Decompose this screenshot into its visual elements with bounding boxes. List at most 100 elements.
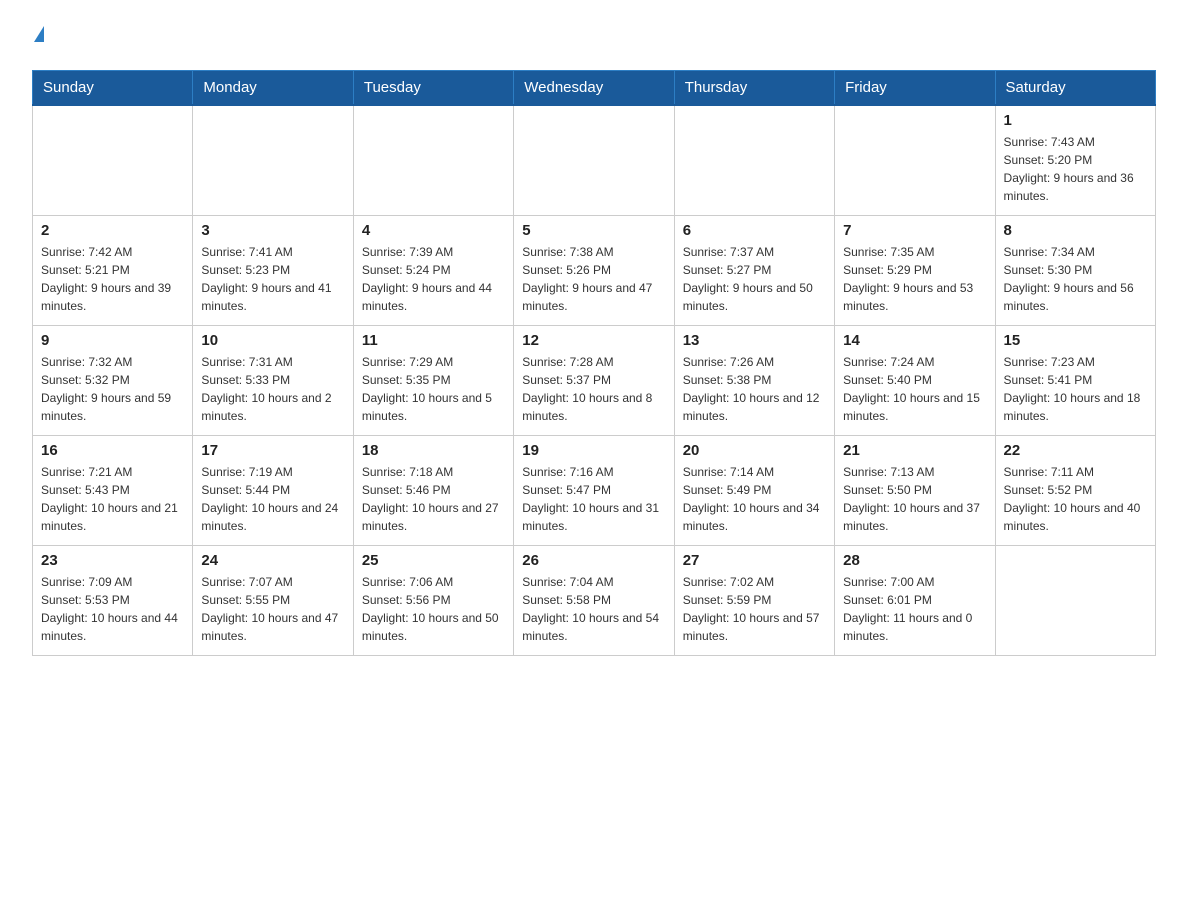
sunrise-text: Sunrise: 7:06 AM <box>362 573 505 591</box>
day-info: Sunrise: 7:34 AMSunset: 5:30 PMDaylight:… <box>1004 243 1147 315</box>
day-number: 4 <box>362 222 505 239</box>
day-info: Sunrise: 7:09 AMSunset: 5:53 PMDaylight:… <box>41 573 184 645</box>
day-info: Sunrise: 7:38 AMSunset: 5:26 PMDaylight:… <box>522 243 665 315</box>
calendar-cell: 25Sunrise: 7:06 AMSunset: 5:56 PMDayligh… <box>353 545 513 655</box>
calendar-cell: 16Sunrise: 7:21 AMSunset: 5:43 PMDayligh… <box>33 435 193 545</box>
calendar-cell: 2 Sunrise: 7:42 AMSunset: 5:21 PMDaylight… <box>33 215 193 325</box>
sunset-text: Sunset: 5:21 PM <box>41 261 184 279</box>
sunrise-text: Sunrise: 7:19 AM <box>201 463 344 481</box>
daylight-text: Daylight: 11 hours and 0 minutes. <box>843 609 986 645</box>
day-info: Sunrise: 7:18 AMSunset: 5:46 PMDaylight:… <box>362 463 505 535</box>
sunset-text: Sunset: 5:49 PM <box>683 481 826 499</box>
sunrise-text: Sunrise: 7:41 AM <box>201 243 344 261</box>
day-number: 1 <box>1004 112 1147 129</box>
col-header-friday: Friday <box>835 71 995 106</box>
day-info: Sunrise: 7:24 AMSunset: 5:40 PMDaylight:… <box>843 353 986 425</box>
sunrise-text: Sunrise: 7:02 AM <box>683 573 826 591</box>
sunset-text: Sunset: 5:30 PM <box>1004 261 1147 279</box>
sunset-text: Sunset: 5:29 PM <box>843 261 986 279</box>
daylight-text: Daylight: 10 hours and 57 minutes. <box>683 609 826 645</box>
sunrise-text: Sunrise: 7:37 AM <box>683 243 826 261</box>
sunset-text: Sunset: 5:35 PM <box>362 371 505 389</box>
calendar-cell: 27Sunrise: 7:02 AMSunset: 5:59 PMDayligh… <box>674 545 834 655</box>
calendar-cell: 26 Sunrise: 7:04 AMSunset: 5:58 PMDayligh… <box>514 545 674 655</box>
daylight-text: Daylight: 9 hours and 53 minutes. <box>843 279 986 315</box>
day-info: Sunrise: 7:04 AMSunset: 5:58 PMDaylight:… <box>522 573 665 645</box>
sunrise-text: Sunrise: 7:09 AM <box>41 573 184 591</box>
calendar-week-4: 16Sunrise: 7:21 AMSunset: 5:43 PMDayligh… <box>33 435 1156 545</box>
day-number: 5 <box>522 222 665 239</box>
day-number: 9 <box>41 332 184 349</box>
sunset-text: Sunset: 5:32 PM <box>41 371 184 389</box>
day-info: Sunrise: 7:43 AMSunset: 5:20 PMDaylight:… <box>1004 133 1147 205</box>
calendar-week-3: 9 Sunrise: 7:32 AMSunset: 5:32 PM Daylight… <box>33 325 1156 435</box>
day-info: Sunrise: 7:23 AMSunset: 5:41 PMDaylight:… <box>1004 353 1147 425</box>
sunset-text: Sunset: 5:56 PM <box>362 591 505 609</box>
calendar-cell <box>514 105 674 215</box>
sunrise-text: Sunrise: 7:04 AM <box>522 573 665 591</box>
day-number: 26 <box>522 552 665 569</box>
sunrise-text: Sunrise: 7:42 AM <box>41 243 184 261</box>
calendar-cell: 17Sunrise: 7:19 AMSunset: 5:44 PMDayligh… <box>193 435 353 545</box>
sunrise-text: Sunrise: 7:13 AM <box>843 463 986 481</box>
day-number: 22 <box>1004 442 1147 459</box>
calendar-cell: 1 Sunrise: 7:43 AMSunset: 5:20 PMDaylight… <box>995 105 1155 215</box>
day-info: Sunrise: 7:39 AMSunset: 5:24 PMDaylight:… <box>362 243 505 315</box>
calendar-cell: 4 Sunrise: 7:39 AMSunset: 5:24 PMDaylight… <box>353 215 513 325</box>
day-number: 25 <box>362 552 505 569</box>
sunrise-text: Sunrise: 7:24 AM <box>843 353 986 371</box>
day-number: 13 <box>683 332 826 349</box>
sunrise-text: Sunrise: 7:21 AM <box>41 463 184 481</box>
calendar-cell: 22 Sunrise: 7:11 AMSunset: 5:52 PMDayligh… <box>995 435 1155 545</box>
sunset-text: Sunset: 5:27 PM <box>683 261 826 279</box>
day-info: Sunrise: 7:35 AMSunset: 5:29 PMDaylight:… <box>843 243 986 315</box>
calendar-cell: 18Sunrise: 7:18 AMSunset: 5:46 PMDayligh… <box>353 435 513 545</box>
day-info: Sunrise: 7:26 AMSunset: 5:38 PMDaylight:… <box>683 353 826 425</box>
daylight-text: Daylight: 10 hours and 40 minutes. <box>1004 499 1147 535</box>
daylight-text: Daylight: 10 hours and 37 minutes. <box>843 499 986 535</box>
daylight-text: Daylight: 10 hours and 31 minutes. <box>522 499 665 535</box>
col-header-wednesday: Wednesday <box>514 71 674 106</box>
day-info: Sunrise: 7:42 AMSunset: 5:21 PMDaylight:… <box>41 243 184 315</box>
sunrise-text: Sunrise: 7:07 AM <box>201 573 344 591</box>
calendar-cell: 9Sunrise: 7:32 AMSunset: 5:32 PMDaylight… <box>33 325 193 435</box>
sunset-text: Sunset: 5:40 PM <box>843 371 986 389</box>
day-info: Sunrise: 7:02 AMSunset: 5:59 PMDaylight:… <box>683 573 826 645</box>
sunset-text: Sunset: 5:24 PM <box>362 261 505 279</box>
sunset-text: Sunset: 5:50 PM <box>843 481 986 499</box>
calendar-cell: 28Sunrise: 7:00 AMSunset: 6:01 PMDayligh… <box>835 545 995 655</box>
day-number: 2 <box>41 222 184 239</box>
day-info: Sunrise: 7:11 AMSunset: 5:52 PMDaylight:… <box>1004 463 1147 535</box>
calendar-week-2: 2Sunrise: 7:42 AMSunset: 5:21 PMDaylight… <box>33 215 1156 325</box>
sunrise-text: Sunrise: 7:14 AM <box>683 463 826 481</box>
calendar-cell: 5 Sunrise: 7:38 AMSunset: 5:26 PMDaylight… <box>514 215 674 325</box>
sunset-text: Sunset: 5:37 PM <box>522 371 665 389</box>
day-number: 17 <box>201 442 344 459</box>
sunrise-text: Sunrise: 7:32 AM <box>41 353 184 371</box>
calendar-cell: 7Sunrise: 7:35 AMSunset: 5:29 PMDaylight… <box>835 215 995 325</box>
page-header <box>32 24 1156 50</box>
sunset-text: Sunset: 5:47 PM <box>522 481 665 499</box>
calendar-cell: 14Sunrise: 7:24 AMSunset: 5:40 PMDayligh… <box>835 325 995 435</box>
daylight-text: Daylight: 10 hours and 24 minutes. <box>201 499 344 535</box>
sunset-text: Sunset: 5:46 PM <box>362 481 505 499</box>
sunrise-text: Sunrise: 7:38 AM <box>522 243 665 261</box>
day-number: 6 <box>683 222 826 239</box>
day-info: Sunrise: 7:29 AMSunset: 5:35 PMDaylight:… <box>362 353 505 425</box>
daylight-text: Daylight: 10 hours and 8 minutes. <box>522 389 665 425</box>
day-info: Sunrise: 7:14 AMSunset: 5:49 PMDaylight:… <box>683 463 826 535</box>
day-info: Sunrise: 7:28 AMSunset: 5:37 PMDaylight:… <box>522 353 665 425</box>
calendar-cell: 8Sunrise: 7:34 AMSunset: 5:30 PMDaylight… <box>995 215 1155 325</box>
calendar-cell: 6Sunrise: 7:37 AMSunset: 5:27 PMDaylight… <box>674 215 834 325</box>
calendar-cell: 19Sunrise: 7:16 AMSunset: 5:47 PMDayligh… <box>514 435 674 545</box>
sunset-text: Sunset: 5:55 PM <box>201 591 344 609</box>
sunset-text: Sunset: 5:59 PM <box>683 591 826 609</box>
daylight-text: Daylight: 9 hours and 44 minutes. <box>362 279 505 315</box>
day-number: 3 <box>201 222 344 239</box>
sunrise-text: Sunrise: 7:00 AM <box>843 573 986 591</box>
calendar-table: SundayMondayTuesdayWednesdayThursdayFrid… <box>32 70 1156 656</box>
day-number: 23 <box>41 552 184 569</box>
col-header-sunday: Sunday <box>33 71 193 106</box>
day-header-row: SundayMondayTuesdayWednesdayThursdayFrid… <box>33 71 1156 106</box>
col-header-tuesday: Tuesday <box>353 71 513 106</box>
